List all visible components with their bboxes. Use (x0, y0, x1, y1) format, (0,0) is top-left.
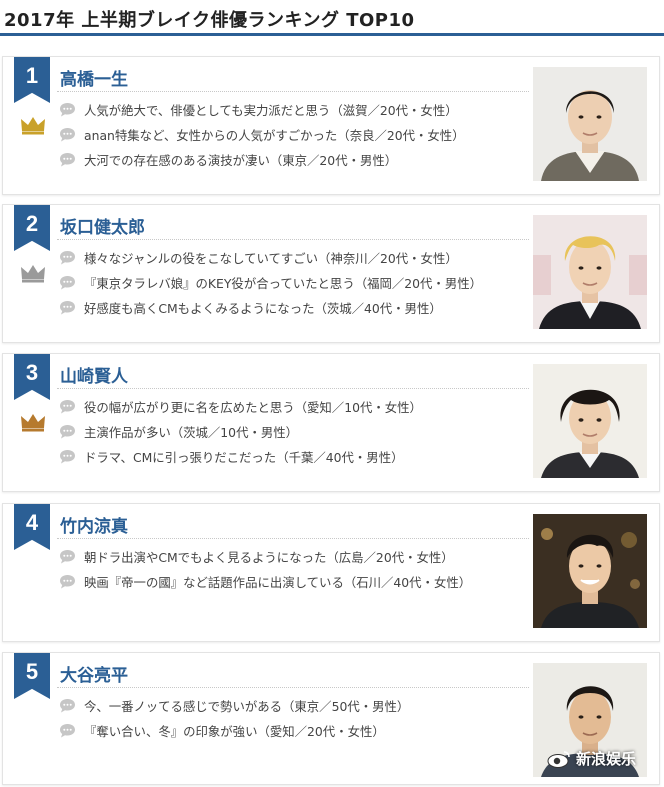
comment-text: 主演作品が多い（茨城／10代・男性） (84, 424, 299, 440)
actor-name[interactable]: 坂口健太郎 (60, 213, 145, 238)
rank-badge: 2 (14, 205, 50, 251)
speech-bubble-icon (60, 724, 75, 738)
divider (57, 538, 529, 539)
comment-item: 『奪い合い、冬』の印象が強い（愛知／20代・女性） (59, 718, 529, 743)
speech-bubble-icon (60, 276, 75, 290)
comment-text: 役の幅が広がり更に名を広めたと思う（愛知／10代・女性） (84, 399, 422, 415)
speech-bubble-icon (60, 400, 75, 414)
speech-bubble-icon (60, 699, 75, 713)
comment-text: anan特集など、女性からの人気がすごかった（奈良／20代・女性） (84, 127, 465, 143)
comment-item: 様々なジャンルの役をこなしていてすごい（神奈川／20代・女性） (59, 245, 529, 270)
speech-bubble-icon (60, 450, 75, 464)
speech-bubble-icon (60, 301, 75, 315)
comment-text: 映画『帝一の國』など話題作品に出演している（石川／40代・女性） (84, 574, 472, 590)
comment-item: ドラマ、CMに引っ張りだこだった（千葉／40代・男性） (59, 444, 529, 469)
divider (57, 687, 529, 688)
divider (57, 388, 529, 389)
speech-bubble-icon (60, 575, 75, 589)
portrait-illustration (533, 514, 647, 628)
comment-text: 朝ドラ出演やCMでもよく見るようになった（広島／20代・女性） (84, 549, 454, 565)
comment-item: 好感度も高くCMもよくみるようになった（茨城／40代・男性） (59, 295, 529, 320)
actor-name[interactable]: 山崎賢人 (60, 362, 128, 387)
comment-text: 大河での存在感のある演技が凄い（東京／20代・男性） (84, 152, 398, 168)
bronze-crown-icon (21, 414, 45, 432)
actor-name[interactable]: 竹内涼真 (60, 512, 128, 537)
ranking-card-2[interactable]: 2 坂口健太郎 様々なジャンルの役をこなしていてすごい（神奈川／20代・女性） … (2, 204, 660, 343)
comment-text: 好感度も高くCMもよくみるようになった（茨城／40代・男性） (84, 300, 442, 316)
silver-crown-icon (21, 265, 45, 283)
watermark: 新浪娱乐 (546, 748, 636, 769)
portrait-illustration (533, 67, 647, 181)
comment-item: 人気が絶大で、俳優としても実力派だと思う（滋賀／20代・女性） (59, 97, 529, 122)
actor-photo[interactable] (533, 215, 647, 329)
comment-item: 『東京タラレバ娘』のKEY役が合っていたと思う（福岡／20代・男性） (59, 270, 529, 295)
actor-photo[interactable] (533, 67, 647, 181)
speech-bubble-icon (60, 251, 75, 265)
actor-photo[interactable] (533, 364, 647, 478)
speech-bubble-icon (60, 425, 75, 439)
comment-item: 朝ドラ出演やCMでもよく見るようになった（広島／20代・女性） (59, 544, 529, 569)
comment-list: 役の幅が広がり更に名を広めたと思う（愛知／10代・女性） 主演作品が多い（茨城／… (59, 394, 529, 469)
page-header: 2017年 上半期ブレイク俳優ランキング TOP10 (0, 0, 664, 36)
speech-bubble-icon (60, 128, 75, 142)
page-title: 2017年 上半期ブレイク俳優ランキング TOP10 (4, 10, 415, 31)
comment-item: anan特集など、女性からの人気がすごかった（奈良／20代・女性） (59, 122, 529, 147)
portrait-illustration (533, 364, 647, 478)
divider (57, 239, 529, 240)
comment-text: 『東京タラレバ娘』のKEY役が合っていたと思う（福岡／20代・男性） (84, 275, 482, 291)
comment-list: 今、一番ノッてる感じで勢いがある（東京／50代・男性） 『奪い合い、冬』の印象が… (59, 693, 529, 743)
portrait-illustration (533, 215, 647, 329)
comment-item: 今、一番ノッてる感じで勢いがある（東京／50代・男性） (59, 693, 529, 718)
comment-item: 映画『帝一の國』など話題作品に出演している（石川／40代・女性） (59, 569, 529, 594)
ranking-card-4[interactable]: 4 竹内涼真 朝ドラ出演やCMでもよく見るようになった（広島／20代・女性） 映… (2, 503, 660, 642)
comment-text: 『奪い合い、冬』の印象が強い（愛知／20代・女性） (84, 723, 385, 739)
gold-crown-icon (21, 117, 45, 135)
speech-bubble-icon (60, 103, 75, 117)
comment-list: 人気が絶大で、俳優としても実力派だと思う（滋賀／20代・女性） anan特集など… (59, 97, 529, 172)
weibo-eye-icon (547, 750, 570, 768)
comment-text: 今、一番ノッてる感じで勢いがある（東京／50代・男性） (84, 698, 410, 714)
actor-photo[interactable] (533, 514, 647, 628)
rank-badge: 1 (14, 57, 50, 103)
speech-bubble-icon (60, 550, 75, 564)
actor-name[interactable]: 高橋一生 (60, 65, 128, 90)
speech-bubble-icon (60, 153, 75, 167)
rank-badge: 4 (14, 504, 50, 550)
ranking-card-1[interactable]: 1 高橋一生 人気が絶大で、俳優としても実力派だと思う（滋賀／20代・女性） a… (2, 56, 660, 195)
rank-badge: 5 (14, 653, 50, 699)
comment-item: 大河での存在感のある演技が凄い（東京／20代・男性） (59, 147, 529, 172)
watermark-text: 新浪娱乐 (576, 750, 637, 768)
actor-name[interactable]: 大谷亮平 (60, 661, 128, 686)
divider (57, 91, 529, 92)
comment-text: ドラマ、CMに引っ張りだこだった（千葉／40代・男性） (84, 449, 404, 465)
comment-item: 役の幅が広がり更に名を広めたと思う（愛知／10代・女性） (59, 394, 529, 419)
ranking-card-3[interactable]: 3 山崎賢人 役の幅が広がり更に名を広めたと思う（愛知／10代・女性） 主演作品… (2, 353, 660, 492)
comment-text: 様々なジャンルの役をこなしていてすごい（神奈川／20代・女性） (84, 250, 458, 266)
comment-text: 人気が絶大で、俳優としても実力派だと思う（滋賀／20代・女性） (84, 102, 458, 118)
comment-list: 朝ドラ出演やCMでもよく見るようになった（広島／20代・女性） 映画『帝一の國』… (59, 544, 529, 594)
rank-badge: 3 (14, 354, 50, 400)
comment-item: 主演作品が多い（茨城／10代・男性） (59, 419, 529, 444)
comment-list: 様々なジャンルの役をこなしていてすごい（神奈川／20代・女性） 『東京タラレバ娘… (59, 245, 529, 320)
